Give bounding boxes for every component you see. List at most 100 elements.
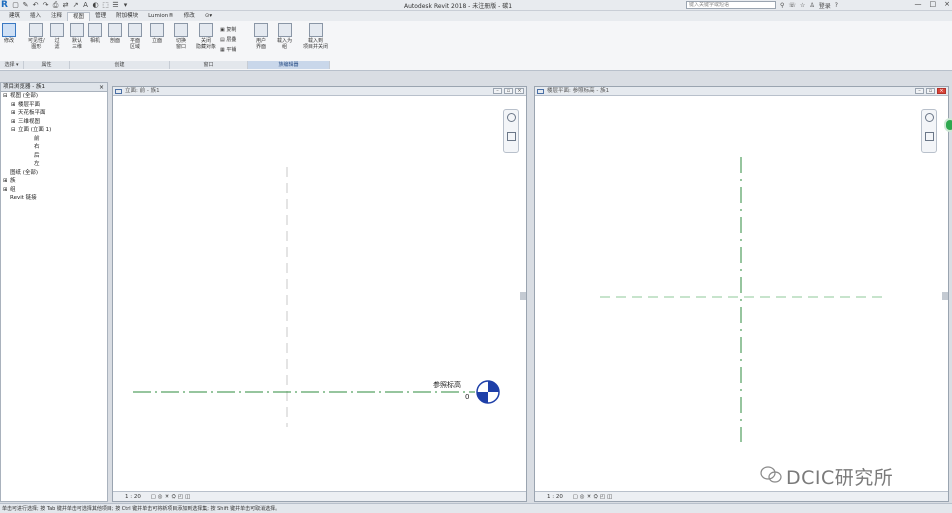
tree-expander-icon[interactable]: ⊟ [3,92,10,101]
view-scale[interactable]: 1 : 20 [547,494,563,500]
quick-access-icon[interactable]: ◐ [92,1,99,9]
floor-plan-canvas[interactable] [535,97,948,493]
tree-item[interactable]: ⊞ 组 [1,186,107,195]
view-control-icons[interactable]: ▢◎☀⛭◰◫ [151,494,193,500]
ribbon-panel-label[interactable]: 创建 [70,61,170,69]
tab-5[interactable]: 附加模块 [111,12,143,21]
view-minimize-button[interactable]: – [915,88,924,94]
login-link[interactable]: 登录 [819,1,831,10]
ribbon-button[interactable]: 修改 [2,23,16,44]
tree-item[interactable]: Revit 链接 [1,194,107,203]
cascade-windows-button[interactable]: ▤ 层叠 [220,36,236,43]
communication-icon[interactable]: ☏ [788,2,796,9]
tab-3[interactable]: 视图 [67,12,91,21]
ribbon-button[interactable]: 载入到 项目并关闭 [303,23,328,50]
ribbon-button[interactable]: 可见性/图形 [28,23,45,50]
revit-logo[interactable]: R [1,0,10,10]
navigation-bar[interactable] [921,109,937,153]
quick-access-icon[interactable]: ↷ [42,1,49,9]
tree-item[interactable]: ⊟ 立面 (立面 1) [1,126,107,135]
ribbon-button[interactable]: 默认 三维 [70,23,84,50]
tree-expander-icon[interactable]: ⊞ [11,118,18,127]
vertical-scrollbar-thumb[interactable] [942,292,948,300]
help-icon[interactable]: ? [835,2,838,9]
tab-4[interactable]: 管理 [90,12,111,21]
quick-access-icon[interactable]: ⇄ [62,1,69,9]
tree-expander-icon[interactable]: ⊞ [11,109,18,118]
view-scale[interactable]: 1 : 20 [125,494,141,500]
zoom-icon[interactable] [507,132,516,141]
steering-wheel-icon[interactable] [925,113,934,122]
ribbon-button[interactable]: 切换 窗口 [174,23,188,50]
quick-access-icon[interactable]: ↗ [72,1,79,9]
tree-item[interactable]: ⊞ 三维视图 [1,118,107,127]
close-icon[interactable]: × [99,83,104,92]
vertical-scrollbar-thumb[interactable] [520,292,526,300]
view-close-button[interactable]: × [515,88,524,94]
tree-expander-icon[interactable]: ⊞ [3,186,10,195]
zoom-icon[interactable] [925,132,934,141]
user-icon[interactable]: ♙ [809,2,814,9]
tree-expander-icon[interactable]: ⊞ [11,101,18,110]
tab-6[interactable]: Lumion® [143,12,179,21]
view-restore-button[interactable]: ▫ [504,88,513,94]
tab-2[interactable]: 注释 [46,12,67,21]
close-button[interactable]: × [944,0,950,10]
quick-access-icon[interactable]: ✎ [22,1,29,9]
quick-access-icon[interactable]: ▢ [12,1,19,9]
minimize-button[interactable]: — [915,0,922,10]
binoculars-icon[interactable]: ⚲ [780,2,784,9]
quick-access-icon[interactable]: ▾ [122,1,129,9]
quick-access-icon[interactable]: ⎙ [52,1,59,9]
ribbon-button[interactable]: 关闭 隐藏对象 [196,23,216,50]
maximize-button[interactable]: □ [930,0,937,10]
tab-0[interactable]: 建筑 [4,12,25,21]
ribbon-panel-label[interactable]: 属性 [24,61,70,69]
ribbon-panel-label[interactable]: 族编辑器 [248,61,330,69]
level-elevation-value[interactable]: 0 [465,393,469,401]
favorites-icon[interactable]: ☆ [800,2,805,9]
elevation-view-window[interactable]: 立面: 前 - 族1 – ▫ × 参照标高 0 1 : 20 ▢◎☀⛭◰◫ [112,86,527,502]
tree-item[interactable]: ⊟ 视图 (全部) [1,92,107,101]
ribbon-button[interactable]: 剖面 [108,23,122,44]
ribbon-button[interactable]: 用户 界面 [254,23,268,50]
search-input[interactable]: 键入关键字或短语 [686,1,776,9]
view-close-button[interactable]: × [937,88,946,94]
tree-item[interactable]: ⊞ 楼层平面 [1,101,107,110]
level-head-marker[interactable] [476,380,500,404]
tree-item[interactable]: 左 [1,160,107,169]
level-name-label[interactable]: 参照标高 [433,380,461,390]
tree-item[interactable]: 前 [1,135,107,144]
tree-item[interactable]: ⊞ 天花板平面 [1,109,107,118]
tree-item[interactable]: 右 [1,143,107,152]
elevation-canvas[interactable] [113,97,526,493]
tree-expander-icon[interactable]: ⊟ [11,126,18,135]
ribbon-panel-label[interactable]: 选择 ▾ [0,61,24,69]
steering-wheel-icon[interactable] [507,113,516,122]
quick-access-icon[interactable]: ⬚ [102,1,109,9]
ribbon-button[interactable]: 平面 区域 [128,23,142,50]
tile-windows-button[interactable]: ▦ 平铺 [220,46,236,53]
duplicate-window-button[interactable]: ▣ 复制 [220,26,236,33]
tab-8[interactable]: ⊙▾ [200,12,217,21]
ribbon-button[interactable]: 相机 [88,23,102,44]
quick-access-icon[interactable]: ↶ [32,1,39,9]
ribbon-panel-label[interactable]: 窗口 [170,61,248,69]
ribbon-button[interactable]: 立面 [150,23,164,44]
quick-access-icon[interactable]: ☰ [112,1,119,9]
tree-item[interactable]: ⊞ 族 [1,177,107,186]
quick-access-icon[interactable]: A [82,1,89,9]
tab-1[interactable]: 插入 [25,12,46,21]
view-restore-button[interactable]: ▫ [926,88,935,94]
view-minimize-button[interactable]: – [493,88,502,94]
ribbon-button[interactable]: 载入为组 [277,23,292,50]
view-control-icons[interactable]: ▢◎☀⛭◰◫ [573,494,615,500]
tree-item[interactable]: 图纸 (全部) [1,169,107,178]
green-status-icon[interactable] [944,118,952,132]
tree-item[interactable]: 后 [1,152,107,161]
tab-7[interactable]: 修改 [179,12,200,21]
ribbon-button[interactable]: 过滤 [50,23,64,50]
floor-plan-view-window[interactable]: 楼层平面: 参照标高 - 族1 – ▫ × 1 : 20 ▢◎☀⛭◰◫ [534,86,949,502]
navigation-bar[interactable] [503,109,519,153]
tree-expander-icon[interactable]: ⊞ [3,177,10,186]
